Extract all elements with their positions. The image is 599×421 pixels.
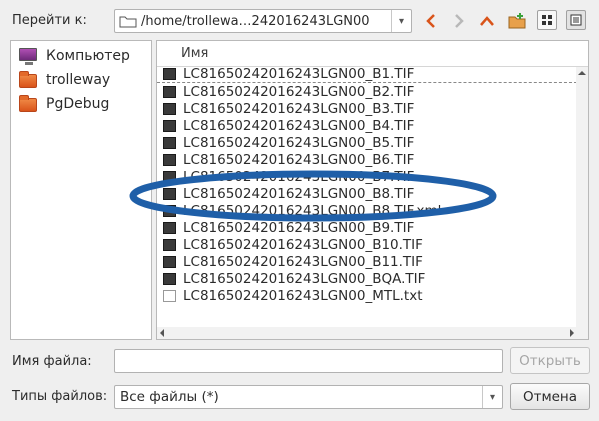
file-row[interactable]: LC81650242016243LGN00_B6.TIF — [157, 151, 577, 168]
column-header-name[interactable]: Имя — [157, 41, 588, 67]
file-row[interactable]: LC81650242016243LGN00_B11.TIF — [157, 253, 577, 270]
image-file-icon — [163, 102, 176, 115]
filename-input[interactable] — [114, 349, 503, 373]
folder-icon — [18, 95, 38, 113]
icon-view-button[interactable] — [537, 10, 557, 30]
image-file-icon — [163, 85, 176, 98]
image-file-icon — [163, 170, 176, 183]
file-name: LC81650242016243LGN00_B2.TIF — [183, 83, 415, 100]
folder-icon — [119, 14, 137, 28]
image-file-icon — [163, 272, 176, 285]
grid-view-icon — [542, 15, 552, 25]
list-view-button[interactable] — [566, 10, 586, 30]
file-rows: LC81650242016243LGN00_B1.TIF LC8165024201… — [157, 66, 577, 304]
file-name: LC81650242016243LGN00_B6.TIF — [183, 151, 415, 168]
scroll-right-icon — [570, 329, 574, 337]
file-name: LC81650242016243LGN00_B4.TIF — [183, 117, 415, 134]
file-name: LC81650242016243LGN00_B8.TIF.xml — [183, 202, 442, 219]
scroll-up-icon — [578, 71, 586, 75]
sidebar-item-label: trolleway — [46, 72, 111, 88]
image-file-icon — [163, 187, 176, 200]
filetype-label: Типы файлов: — [12, 389, 108, 404]
image-file-icon — [163, 136, 176, 149]
image-file-icon — [163, 255, 176, 268]
sidebar-item-trolleway[interactable]: trolleway — [11, 68, 151, 92]
horizontal-scrollbar[interactable] — [157, 327, 577, 339]
goto-label: Перейти к: — [12, 13, 87, 28]
sidebar-item-computer[interactable]: Компьютер — [11, 44, 151, 68]
file-name: LC81650242016243LGN00_B7.TIF — [183, 168, 415, 185]
path-combobox[interactable]: /home/trollewa…242016243LGN00 ▾ — [114, 9, 412, 33]
chevron-left-icon — [426, 14, 435, 28]
file-row[interactable]: LC81650242016243LGN00_B2.TIF — [157, 83, 577, 100]
filetype-value: Все файлы (*) — [120, 389, 219, 405]
file-row[interactable]: LC81650242016243LGN00_B7.TIF — [157, 168, 577, 185]
cancel-button[interactable]: Отмена — [510, 383, 590, 410]
chevron-right-icon — [455, 14, 464, 28]
chevron-up-icon — [480, 16, 494, 26]
image-file-icon — [163, 238, 176, 251]
file-list: Имя LC81650242016243LGN00_B1.TIF LC816502… — [156, 40, 589, 340]
file-row[interactable]: LC81650242016243LGN00_B8.TIF.xml — [157, 202, 577, 219]
file-name: LC81650242016243LGN00_B11.TIF — [183, 253, 423, 270]
file-row[interactable]: LC81650242016243LGN00_B1.TIF — [157, 66, 577, 83]
file-row[interactable]: LC81650242016243LGN00_B8.TIF — [157, 185, 577, 202]
folder-icon — [18, 71, 38, 89]
file-row[interactable]: LC81650242016243LGN00_MTL.txt — [157, 287, 577, 304]
file-row[interactable]: LC81650242016243LGN00_B9.TIF — [157, 219, 577, 236]
path-text: /home/trollewa…242016243LGN00 — [141, 13, 370, 29]
file-row[interactable]: LC81650242016243LGN00_B5.TIF — [157, 134, 577, 151]
sidebar-item-pgdebug[interactable]: PgDebug — [11, 92, 151, 116]
file-row[interactable]: LC81650242016243LGN00_B10.TIF — [157, 236, 577, 253]
sidebar-item-label: Компьютер — [46, 48, 130, 64]
file-name: LC81650242016243LGN00_MTL.txt — [183, 287, 423, 304]
vertical-scrollbar[interactable] — [576, 67, 588, 339]
back-button[interactable] — [420, 9, 442, 33]
filetype-select[interactable]: Все файлы (*) ▾ — [114, 385, 503, 409]
sidebar-item-label: PgDebug — [46, 96, 110, 112]
image-file-icon — [163, 204, 176, 217]
new-folder-icon — [508, 13, 526, 29]
file-row[interactable]: LC81650242016243LGN00_B4.TIF — [157, 117, 577, 134]
file-name: LC81650242016243LGN00_B8.TIF — [183, 185, 415, 202]
filename-label: Имя файла: — [12, 354, 92, 369]
new-folder-button[interactable] — [506, 9, 528, 33]
scroll-left-icon — [160, 329, 164, 337]
chevron-down-icon[interactable]: ▾ — [391, 10, 411, 32]
file-name: LC81650242016243LGN00_B1.TIF — [183, 66, 415, 82]
parent-folder-button[interactable] — [476, 9, 498, 33]
file-name: LC81650242016243LGN00_B10.TIF — [183, 236, 423, 253]
file-name: LC81650242016243LGN00_BQA.TIF — [183, 270, 426, 287]
list-view-icon — [570, 14, 582, 26]
image-file-icon — [163, 119, 176, 132]
file-name: LC81650242016243LGN00_B3.TIF — [183, 100, 415, 117]
file-name: LC81650242016243LGN00_B5.TIF — [183, 134, 415, 151]
file-row[interactable]: LC81650242016243LGN00_B3.TIF — [157, 100, 577, 117]
computer-icon — [18, 47, 38, 65]
places-sidebar: Компьютер trolleway PgDebug — [10, 40, 152, 340]
chevron-down-icon[interactable]: ▾ — [482, 386, 502, 408]
image-file-icon — [163, 68, 176, 80]
image-file-icon — [163, 221, 176, 234]
forward-button[interactable] — [448, 9, 470, 33]
text-file-icon — [163, 289, 176, 302]
file-row[interactable]: LC81650242016243LGN00_BQA.TIF — [157, 270, 577, 287]
image-file-icon — [163, 153, 176, 166]
open-button[interactable]: Открыть — [510, 347, 590, 374]
file-name: LC81650242016243LGN00_B9.TIF — [183, 219, 415, 236]
